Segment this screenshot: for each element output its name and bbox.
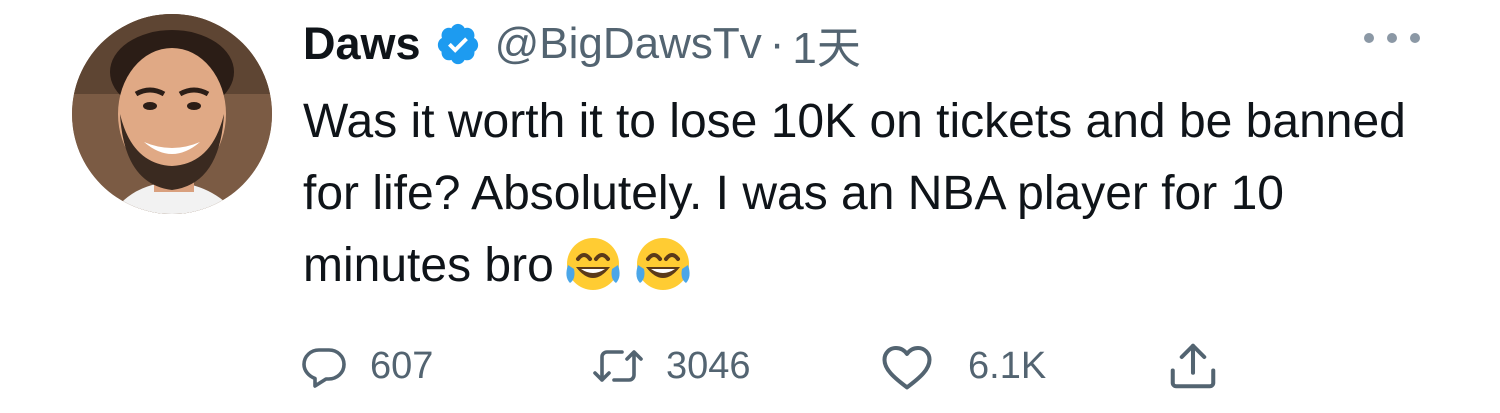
face-with-tears-of-joy-icon	[562, 233, 624, 295]
like-button[interactable]: 6.1K	[880, 336, 1046, 396]
more-dots-icon[interactable]	[1364, 28, 1420, 48]
retweet-arrows-icon	[590, 342, 646, 390]
tweet-timestamp[interactable]: 1天	[792, 12, 860, 76]
speech-bubble-icon	[300, 342, 348, 390]
tweet-card: Daws @BigDawsTv · 1天 Was it worth it to …	[0, 0, 1500, 413]
author-name[interactable]: Daws	[303, 18, 421, 70]
share-upload-icon	[1166, 339, 1220, 393]
header-separator: ·	[769, 19, 785, 68]
heart-icon	[880, 341, 934, 391]
tweet-header: Daws @BigDawsTv · 1天	[303, 14, 861, 74]
verified-badge-icon	[435, 21, 481, 67]
share-button[interactable]	[1166, 336, 1220, 396]
retweet-button[interactable]: 3046	[590, 336, 751, 396]
author-handle[interactable]: @BigDawsTv	[495, 19, 762, 69]
like-count: 6.1K	[968, 344, 1047, 387]
retweet-count: 3046	[666, 344, 751, 387]
reply-count: 607	[370, 344, 434, 387]
avatar[interactable]	[72, 14, 272, 214]
tweet-text-content: Was it worth it to lose 10K on tickets a…	[303, 95, 1406, 292]
face-with-tears-of-joy-icon	[632, 233, 694, 295]
tweet-text: Was it worth it to lose 10K on tickets a…	[303, 86, 1433, 302]
reply-button[interactable]: 607	[300, 336, 433, 396]
tweet-actions: 607 3046 6.1K	[300, 336, 1260, 396]
